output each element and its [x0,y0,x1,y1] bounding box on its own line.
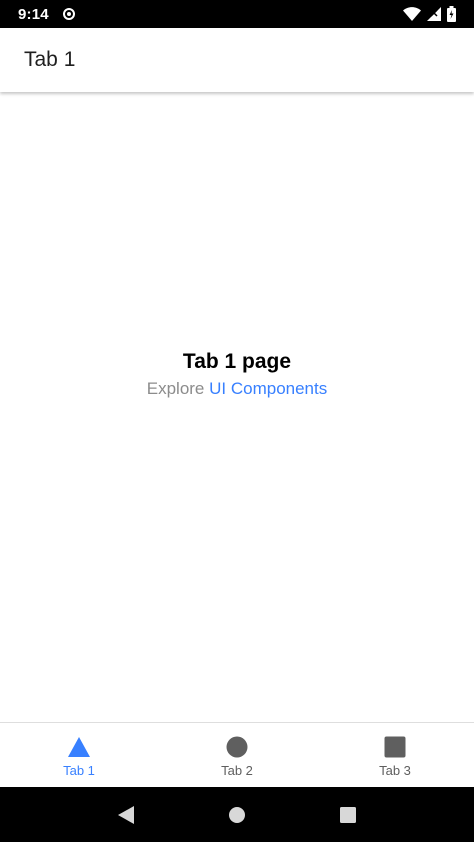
square-icon [383,735,407,759]
radio-dot-icon [62,8,75,20]
tab-3[interactable]: Tab 3 [316,723,474,787]
wifi-icon [403,7,421,21]
recents-icon[interactable] [336,803,360,827]
tab-3-label: Tab 3 [379,762,411,778]
tab-1-label: Tab 1 [63,762,95,778]
battery-icon [447,6,456,22]
app-header: Tab 1 [0,28,474,92]
explore-container: Tab 1 page Explore UI Components [0,348,474,402]
tab-2-label: Tab 2 [221,762,253,778]
triangle-icon [67,735,91,759]
signal-icon [427,7,441,21]
ui-components-link[interactable]: UI Components [209,379,327,398]
home-icon[interactable] [225,803,249,827]
tab-bar: Tab 1 Tab 2 Tab 3 [0,722,474,787]
status-bar: 9:14 [0,0,474,28]
circle-icon [225,735,249,759]
page-heading: Tab 1 page [182,350,292,373]
back-icon[interactable] [114,803,138,827]
status-icons [403,6,456,22]
explore-line: Explore UI Components [0,376,474,402]
explore-prefix: Explore [146,379,205,398]
page-title: Tab 1 [24,48,76,71]
tab-1[interactable]: Tab 1 [0,723,158,787]
system-nav-bar [0,787,474,842]
main-content: Tab 1 page Explore UI Components [0,92,474,722]
tab-2[interactable]: Tab 2 [158,723,316,787]
status-time: 9:14 [18,5,49,23]
